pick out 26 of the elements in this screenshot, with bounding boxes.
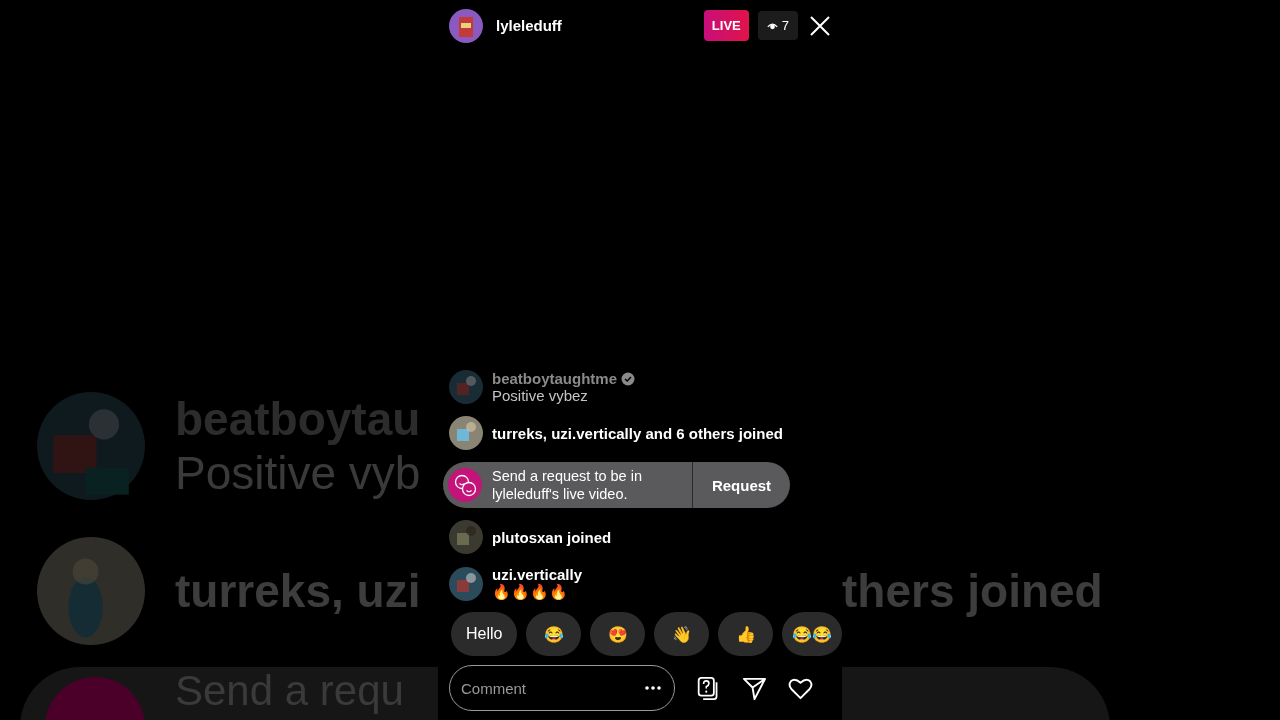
quick-reply-button[interactable]: Hello (451, 612, 518, 656)
username[interactable]: lyleleduff (496, 17, 704, 34)
comment-text: 🔥🔥🔥🔥 (492, 583, 569, 601)
request-text: Send a request to be in lyleleduff's live video. (492, 467, 643, 503)
send-icon[interactable] (742, 675, 767, 701)
more-icon[interactable] (645, 686, 661, 690)
comment-text: Positive vyb (175, 446, 421, 500)
close-icon[interactable] (810, 15, 830, 36)
quick-reply-button[interactable]: 😂😂 (782, 612, 842, 656)
join-message: turreks, uzi.vertically and 6 others joined (492, 424, 783, 442)
username[interactable]: beatboytaughtme (492, 370, 617, 387)
avatar[interactable] (449, 8, 483, 43)
join-message: thers joined (842, 564, 1103, 618)
join-message: turreks, uzi (175, 564, 421, 618)
quick-reply-button[interactable]: 😂 (526, 612, 582, 656)
quick-reply-button[interactable]: 👋 (654, 612, 710, 656)
viewer-count: 7 (757, 11, 798, 40)
live-badge: LIVE (703, 10, 749, 41)
comment-text: Positive vybez (492, 387, 589, 404)
quick-reply-button[interactable]: 👍 (718, 612, 774, 656)
request-button[interactable]: Request (692, 462, 790, 508)
join-message: plutosxan joined (492, 528, 612, 546)
comment-field[interactable]: Comment (449, 665, 675, 711)
eye-icon (766, 21, 778, 30)
quick-reply-button[interactable]: 😍 (590, 612, 646, 656)
username[interactable]: uzi.vertically (492, 566, 583, 583)
